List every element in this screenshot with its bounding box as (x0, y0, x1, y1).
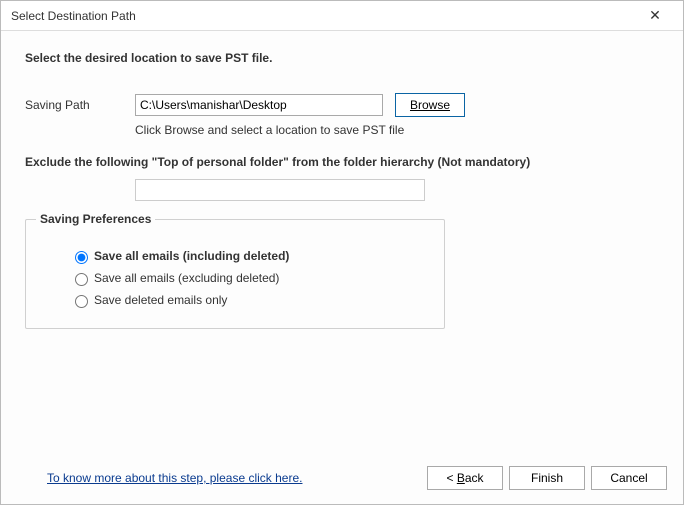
pref-option-2[interactable]: Save deleted emails only (70, 292, 430, 308)
pref-option-1[interactable]: Save all emails (excluding deleted) (70, 270, 430, 286)
instruction-heading: Select the desired location to save PST … (25, 51, 659, 65)
saving-path-row: Saving Path Browse (25, 93, 659, 117)
pref-radio-2[interactable] (75, 295, 88, 308)
back-mnemonic: B (457, 471, 465, 485)
saving-path-input[interactable] (135, 94, 383, 116)
browse-button[interactable]: Browse (395, 93, 465, 117)
browse-hint: Click Browse and select a location to sa… (135, 123, 659, 137)
browse-rest: rowse (418, 98, 450, 112)
help-link[interactable]: To know more about this step, please cli… (47, 471, 421, 485)
dialog-window: Select Destination Path ✕ Select the des… (0, 0, 684, 505)
finish-button[interactable]: Finish (509, 466, 585, 490)
window-title: Select Destination Path (11, 9, 635, 23)
cancel-button[interactable]: Cancel (591, 466, 667, 490)
pref-radio-1[interactable] (75, 273, 88, 286)
pref-label-1: Save all emails (excluding deleted) (94, 271, 279, 285)
exclude-label: Exclude the following "Top of personal f… (25, 155, 659, 169)
saving-preferences-legend: Saving Preferences (36, 212, 155, 226)
titlebar: Select Destination Path ✕ (1, 1, 683, 31)
pref-label-0: Save all emails (including deleted) (94, 249, 289, 263)
browse-mnemonic: B (410, 98, 418, 112)
exclude-input[interactable] (135, 179, 425, 201)
pref-label-2: Save deleted emails only (94, 293, 227, 307)
back-rest: ack (465, 471, 484, 485)
back-button[interactable]: < Back (427, 466, 503, 490)
footer: To know more about this step, please cli… (1, 452, 683, 504)
close-button[interactable]: ✕ (635, 2, 675, 30)
back-prefix: < (446, 471, 456, 485)
close-icon: ✕ (649, 7, 661, 24)
content-area: Select the desired location to save PST … (1, 31, 683, 504)
saving-path-label: Saving Path (25, 98, 135, 112)
pref-option-0[interactable]: Save all emails (including deleted) (70, 248, 430, 264)
pref-radio-0[interactable] (75, 251, 88, 264)
saving-preferences-group: Saving Preferences Save all emails (incl… (25, 219, 445, 329)
